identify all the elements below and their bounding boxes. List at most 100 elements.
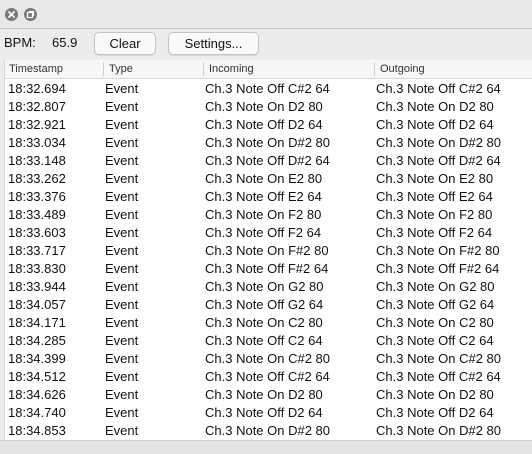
incoming-cell: Ch.3 Note On E2 80 <box>205 171 323 186</box>
incoming-cell: Ch.3 Note On D#2 80 <box>205 423 331 438</box>
column-divider[interactable] <box>203 62 204 76</box>
incoming-cell: Ch.3 Note Off C#2 64 <box>205 369 330 384</box>
type-cell: Event <box>105 297 139 312</box>
type-cell: Event <box>105 243 139 258</box>
outgoing-cell: Ch.3 Note On D#2 80 <box>376 423 502 438</box>
outgoing-cell: Ch.3 Note On C2 80 <box>376 315 494 330</box>
table-row[interactable]: 18:34.057 Event Ch.3 Note Off G2 64 Ch.3 No… <box>5 295 532 313</box>
outgoing-cell: Ch.3 Note On F#2 80 <box>376 243 500 258</box>
outgoing-cell: Ch.3 Note On C#2 80 <box>376 351 502 366</box>
column-header-outgoing[interactable]: Outgoing <box>380 63 425 75</box>
column-divider[interactable] <box>103 62 104 76</box>
incoming-cell: Ch.3 Note Off G2 64 <box>205 297 324 312</box>
table-row[interactable]: 18:34.740 Event Ch.3 Note Off D2 64 Ch.3 No… <box>5 403 532 421</box>
incoming-cell: Ch.3 Note Off D2 64 <box>205 405 323 420</box>
incoming-cell: Ch.3 Note On G2 80 <box>205 279 324 294</box>
outgoing-cell: Ch.3 Note Off F#2 64 <box>376 261 500 276</box>
type-cell: Event <box>105 189 139 204</box>
column-header-timestamp[interactable]: Timestamp <box>9 63 63 75</box>
title-bar <box>0 0 532 29</box>
table-row[interactable]: 18:34.171 Event Ch.3 Note On C2 80 Ch.3 Not… <box>5 313 532 331</box>
outgoing-cell: Ch.3 Note On D2 80 <box>376 387 494 402</box>
timestamp-cell: 18:33.262 <box>8 171 66 186</box>
type-cell: Event <box>105 117 139 132</box>
table-row[interactable]: 18:34.512 Event Ch.3 Note Off C#2 64 Ch.3 N… <box>5 367 532 385</box>
table-row[interactable]: 18:33.830 Event Ch.3 Note Off F#2 64 Ch.3 N… <box>5 259 532 277</box>
timestamp-cell: 18:33.717 <box>8 243 66 258</box>
type-cell: Event <box>105 225 139 240</box>
table-body: 18:32.694 Event Ch.3 Note Off C#2 64 Ch.3 N… <box>5 79 532 439</box>
table-row[interactable]: 18:33.034 Event Ch.3 Note On D#2 80 Ch.3 No… <box>5 133 532 151</box>
timestamp-cell: 18:34.285 <box>8 333 66 348</box>
outgoing-cell: Ch.3 Note Off E2 64 <box>376 189 493 204</box>
incoming-cell: Ch.3 Note Off C2 64 <box>205 333 323 348</box>
incoming-cell: Ch.3 Note Off D2 64 <box>205 117 323 132</box>
timestamp-cell: 18:32.807 <box>8 99 66 114</box>
incoming-cell: Ch.3 Note On D2 80 <box>205 99 323 114</box>
type-cell: Event <box>105 135 139 150</box>
type-cell: Event <box>105 423 139 438</box>
table-row[interactable]: 18:33.262 Event Ch.3 Note On E2 80 Ch.3 Not… <box>5 169 532 187</box>
close-icon[interactable] <box>5 8 18 21</box>
incoming-cell: Ch.3 Note On F2 80 <box>205 207 322 222</box>
outgoing-cell: Ch.3 Note Off D2 64 <box>376 117 494 132</box>
incoming-cell: Ch.3 Note Off F#2 64 <box>205 261 329 276</box>
table-row[interactable]: 18:33.148 Event Ch.3 Note Off D#2 64 Ch.3 N… <box>5 151 532 169</box>
type-cell: Event <box>105 207 139 222</box>
bpm-label: BPM: <box>4 35 36 50</box>
timestamp-cell: 18:34.853 <box>8 423 66 438</box>
table-row[interactable]: 18:34.285 Event Ch.3 Note Off C2 64 Ch.3 No… <box>5 331 532 349</box>
incoming-cell: Ch.3 Note Off D#2 64 <box>205 153 330 168</box>
table-row[interactable]: 18:34.626 Event Ch.3 Note On D2 80 Ch.3 Not… <box>5 385 532 403</box>
type-cell: Event <box>105 99 139 114</box>
timestamp-cell: 18:34.171 <box>8 315 66 330</box>
event-log-table: Timestamp Type Incoming Outgoing 18:32.6… <box>4 60 532 440</box>
table-row[interactable]: 18:34.853 Event Ch.3 Note On D#2 80 Ch.3 No… <box>5 421 532 439</box>
status-bar <box>0 440 532 454</box>
table-row[interactable]: 18:32.694 Event Ch.3 Note Off C#2 64 Ch.3 N… <box>5 79 532 97</box>
type-cell: Event <box>105 279 139 294</box>
timestamp-cell: 18:33.376 <box>8 189 66 204</box>
type-cell: Event <box>105 369 139 384</box>
outgoing-cell: Ch.3 Note On D#2 80 <box>376 135 502 150</box>
outgoing-cell: Ch.3 Note Off C#2 64 <box>376 369 501 384</box>
table-row[interactable]: 18:33.376 Event Ch.3 Note Off E2 64 Ch.3 No… <box>5 187 532 205</box>
outgoing-cell: Ch.3 Note On D2 80 <box>376 99 494 114</box>
table-row[interactable]: 18:32.807 Event Ch.3 Note On D2 80 Ch.3 Not… <box>5 97 532 115</box>
column-divider[interactable] <box>374 62 375 76</box>
incoming-cell: Ch.3 Note On C#2 80 <box>205 351 331 366</box>
outgoing-cell: Ch.3 Note Off D#2 64 <box>376 153 501 168</box>
outgoing-cell: Ch.3 Note Off C2 64 <box>376 333 494 348</box>
table-row[interactable]: 18:33.717 Event Ch.3 Note On F#2 80 Ch.3 No… <box>5 241 532 259</box>
bpm-value: 65.9 <box>52 35 78 50</box>
type-cell: Event <box>105 315 139 330</box>
restore-icon[interactable] <box>24 8 37 21</box>
table-row[interactable]: 18:33.944 Event Ch.3 Note On G2 80 Ch.3 Not… <box>5 277 532 295</box>
incoming-cell: Ch.3 Note Off E2 64 <box>205 189 322 204</box>
table-row[interactable]: 18:32.921 Event Ch.3 Note Off D2 64 Ch.3 No… <box>5 115 532 133</box>
clear-button[interactable]: Clear <box>94 32 156 55</box>
table-row[interactable]: 18:33.603 Event Ch.3 Note Off F2 64 Ch.3 No… <box>5 223 532 241</box>
incoming-cell: Ch.3 Note On D#2 80 <box>205 135 331 150</box>
outgoing-cell: Ch.3 Note On F2 80 <box>376 207 493 222</box>
timestamp-cell: 18:33.034 <box>8 135 66 150</box>
settings-button[interactable]: Settings... <box>168 32 259 55</box>
type-cell: Event <box>105 81 139 96</box>
incoming-cell: Ch.3 Note On F#2 80 <box>205 243 329 258</box>
column-header-incoming[interactable]: Incoming <box>209 63 254 75</box>
timestamp-cell: 18:34.057 <box>8 297 66 312</box>
incoming-cell: Ch.3 Note On C2 80 <box>205 315 323 330</box>
type-cell: Event <box>105 387 139 402</box>
toolbar: BPM: 65.9 Clear Settings... <box>0 29 532 59</box>
type-cell: Event <box>105 333 139 348</box>
table-row[interactable]: 18:34.399 Event Ch.3 Note On C#2 80 Ch.3 No… <box>5 349 532 367</box>
timestamp-cell: 18:34.626 <box>8 387 66 402</box>
table-row[interactable]: 18:33.489 Event Ch.3 Note On F2 80 Ch.3 Not… <box>5 205 532 223</box>
type-cell: Event <box>105 153 139 168</box>
timestamp-cell: 18:33.148 <box>8 153 66 168</box>
column-header-type[interactable]: Type <box>109 63 133 75</box>
incoming-cell: Ch.3 Note Off F2 64 <box>205 225 322 240</box>
outgoing-cell: Ch.3 Note Off F2 64 <box>376 225 493 240</box>
timestamp-cell: 18:33.603 <box>8 225 66 240</box>
outgoing-cell: Ch.3 Note On G2 80 <box>376 279 495 294</box>
